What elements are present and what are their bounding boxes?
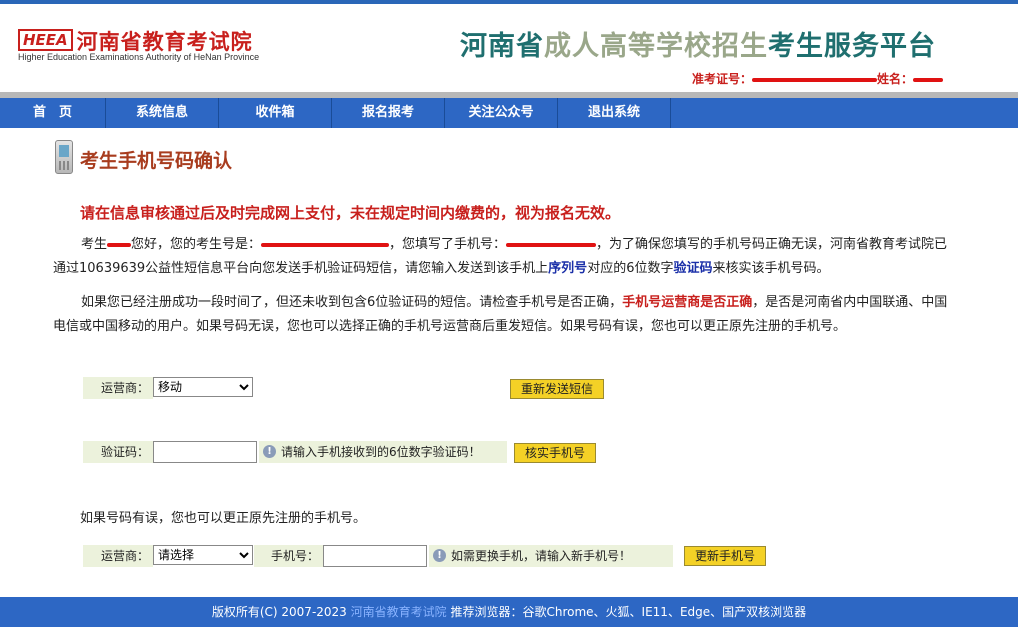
platform-title-part-c: 考生服务平台 <box>768 31 936 62</box>
resend-sms-button[interactable]: 重新发送短信 <box>510 379 604 399</box>
phone-label: 手机号： <box>254 545 323 567</box>
page-title: 考生手机号码确认 <box>80 150 233 172</box>
browser-recommendation: 推荐浏览器：谷歌Chrome、火狐、IE11、Edge、国产双核浏览器 <box>450 605 807 619</box>
nav-system-info[interactable]: 系统信息 <box>106 98 219 128</box>
payment-warning: 请在信息审核通过后及时完成网上支付，未在规定时间内缴费的，视为报名无效。 <box>80 204 621 222</box>
page-footer: 版权所有(C) 2007-2023 河南省教育考试院 推荐浏览器：谷歌Chrom… <box>0 597 1018 627</box>
nav-logout[interactable]: 退出系统 <box>558 98 671 128</box>
main-nav: 首 页 系统信息 收件箱 报名报考 关注公众号 退出系统 <box>0 98 1018 128</box>
serial-number-highlight: 序列号 <box>548 261 588 276</box>
phone-hint-text: 如需更换手机，请输入新手机号！ <box>451 549 632 563</box>
new-carrier-label: 运营商： <box>83 545 153 567</box>
logo-badge: HEEA <box>18 28 73 51</box>
redacted-exam-no <box>261 242 390 247</box>
help-paragraph: 如果您已经注册成功一段时间了，但还未收到包含6位验证码的短信。请检查手机号是否正… <box>53 291 953 339</box>
name-label: 姓名： <box>877 72 914 86</box>
redacted-exam-no <box>752 77 878 82</box>
platform-title: 河南省成人高等学校招生考生服务平台 <box>460 24 936 63</box>
info-icon: ! <box>263 445 276 458</box>
nav-follow-account[interactable]: 关注公众号 <box>445 98 558 128</box>
info-icon: ! <box>433 549 446 562</box>
intro-text: 考生 <box>81 237 108 252</box>
mobile-phone-icon <box>55 140 73 174</box>
help-text: 如果您已经注册成功一段时间了，但还未收到包含6位验证码的短信。请检查手机号是否正… <box>81 295 623 310</box>
code-hint-text: 请输入手机接收到的6位数字验证码！ <box>281 445 481 459</box>
logo-subtitle: Higher Education Examinations Authority … <box>18 52 260 62</box>
update-phone-button[interactable]: 更新手机号 <box>684 546 766 566</box>
code-hint: ! 请输入手机接收到的6位数字验证码！ <box>259 441 507 463</box>
verify-phone-button[interactable]: 核实手机号 <box>514 443 596 463</box>
copyright-text: 版权所有(C) 2007-2023 <box>211 605 347 619</box>
correction-note: 如果号码有误，您也可以更正原先注册的手机号。 <box>80 511 367 526</box>
footer-org-link[interactable]: 河南省教育考试院 <box>351 605 447 619</box>
carrier-label: 运营商： <box>83 377 153 399</box>
intro-text: 您好，您的考生号是： <box>131 237 262 252</box>
redacted-phone <box>506 242 597 247</box>
intro-text: 对应的6位数字 <box>587 261 674 276</box>
verification-code-highlight: 验证码 <box>673 261 713 276</box>
platform-title-part-b: 成人高等学校招生 <box>544 31 768 62</box>
exam-no-label: 准考证号： <box>692 72 753 86</box>
intro-paragraph: 考生 您好，您的考生号是： ，您填写了手机号： ，为了确保您填写的手机号码正确无误，河… <box>53 233 953 281</box>
nav-inbox[interactable]: 收件箱 <box>219 98 332 128</box>
redacted-name <box>913 77 944 82</box>
intro-text: 来核实该手机号码。 <box>712 261 830 276</box>
new-carrier-select[interactable]: 请选择 <box>153 545 253 565</box>
verification-code-input[interactable] <box>153 441 257 463</box>
platform-title-part-a: 河南省 <box>460 31 544 62</box>
redacted-name <box>107 242 132 247</box>
intro-text: ，您填写了手机号： <box>389 237 507 252</box>
code-label: 验证码： <box>83 441 153 463</box>
org-logo: HEEA 河南省教育考试院 Higher Education Examinatio… <box>18 26 259 62</box>
page-header: HEEA 河南省教育考试院 Higher Education Examinatio… <box>0 4 1018 92</box>
phone-hint: ! 如需更换手机，请输入新手机号！ <box>429 545 673 567</box>
carrier-select[interactable]: 移动 <box>153 377 253 397</box>
user-info: 准考证号： 姓名： <box>692 70 944 87</box>
nav-home[interactable]: 首 页 <box>0 98 106 128</box>
nav-registration[interactable]: 报名报考 <box>332 98 445 128</box>
new-phone-input[interactable] <box>323 545 427 567</box>
carrier-check-highlight: 手机号运营商是否正确 <box>622 295 753 310</box>
